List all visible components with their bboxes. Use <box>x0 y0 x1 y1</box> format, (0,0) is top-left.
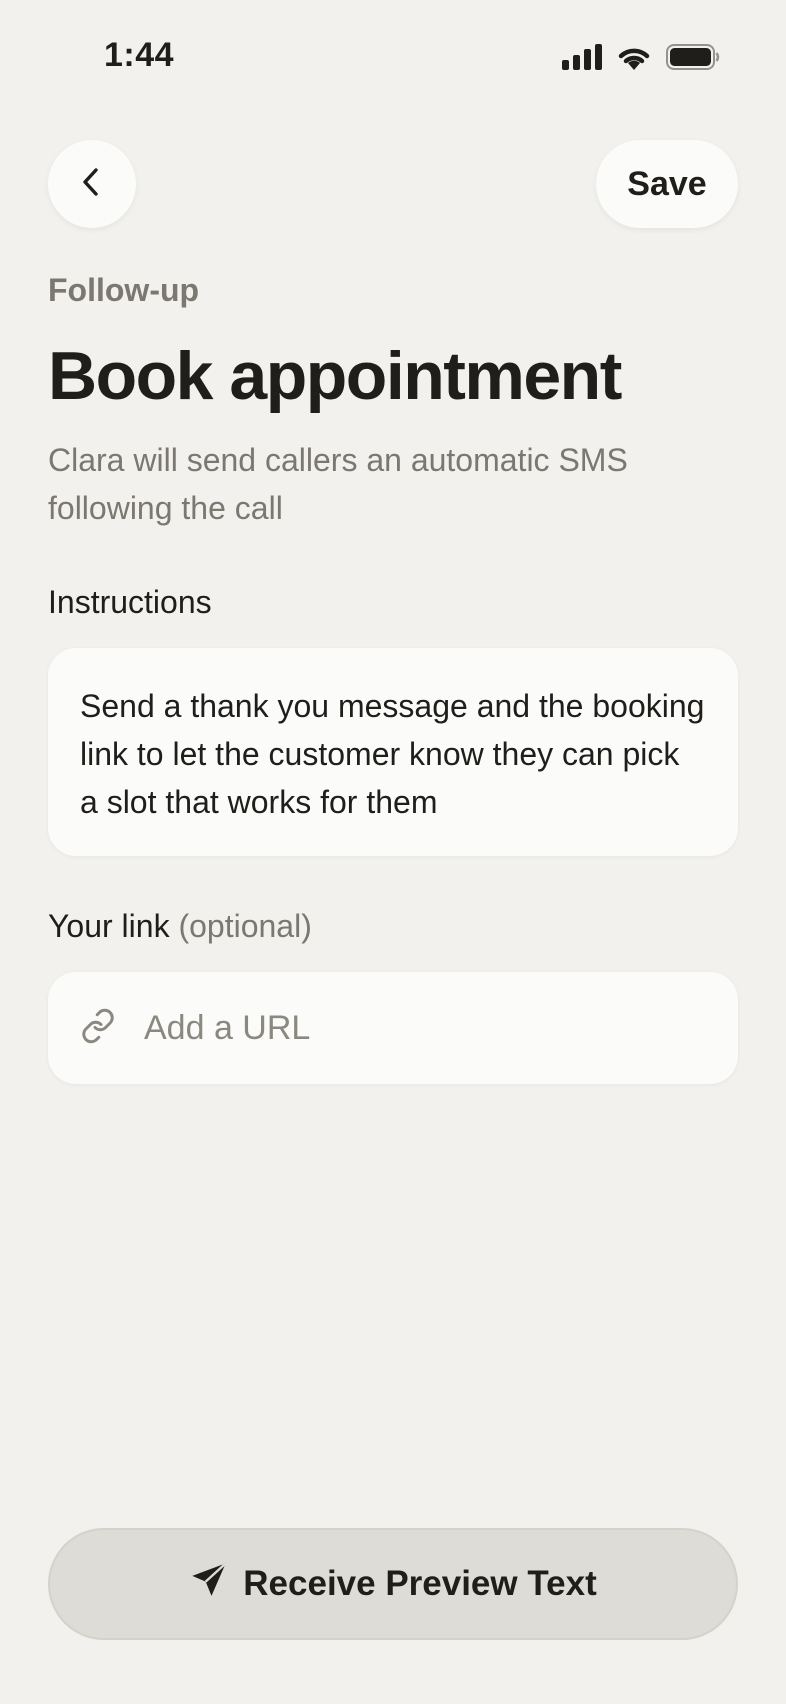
page-title: Book appointment <box>48 338 622 414</box>
link-label-optional: (optional) <box>178 908 312 944</box>
save-button[interactable]: Save <box>596 140 738 228</box>
eyebrow-label: Follow-up <box>48 272 200 308</box>
link-label-text: Your link <box>48 908 170 944</box>
url-input[interactable] <box>142 997 706 1059</box>
status-bar: 1:44 <box>0 0 786 110</box>
receive-preview-text-label: Receive Preview Text <box>243 1564 597 1603</box>
battery-icon <box>666 44 720 75</box>
link-label: Your link (optional) <box>48 908 312 945</box>
signal-icon <box>562 44 602 75</box>
link-icon <box>80 1008 116 1049</box>
instructions-field[interactable]: Send a thank you message and the booking… <box>48 648 738 856</box>
status-icons <box>562 44 720 75</box>
chevron-left-icon <box>78 167 106 202</box>
page-subtitle: Clara will send callers an automatic SMS… <box>48 442 628 526</box>
paper-plane-icon <box>189 1560 229 1609</box>
instructions-label: Instructions <box>48 584 212 620</box>
back-button[interactable] <box>48 140 136 228</box>
wifi-icon <box>616 44 652 75</box>
url-field[interactable] <box>48 972 738 1084</box>
status-time: 1:44 <box>104 36 175 74</box>
receive-preview-text-button[interactable]: Receive Preview Text <box>48 1528 738 1640</box>
